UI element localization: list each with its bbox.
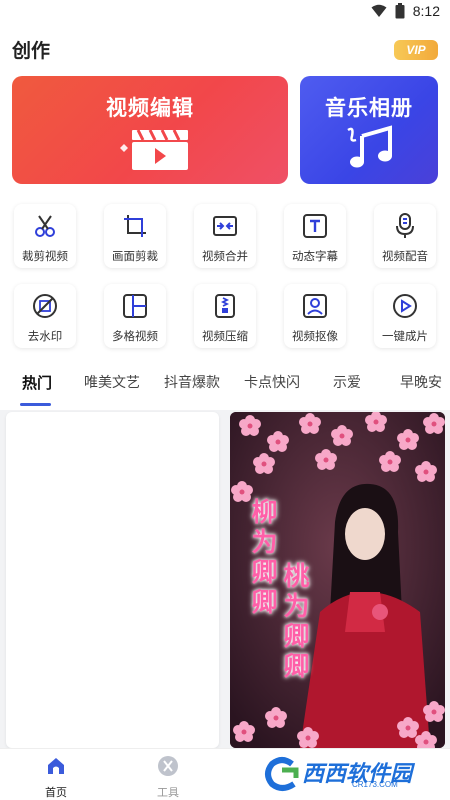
tool-one-click-video[interactable]: 一键成片 [374,284,436,348]
tool-label: 去水印 [27,329,63,343]
microphone-icon [396,213,414,238]
music-album-label: 音乐相册 [325,96,413,120]
nav-label: 首页 [45,786,67,799]
tool-label: 多格视频 [112,329,158,343]
tool-portrait-cutout[interactable]: 视频抠像 [284,284,346,348]
tab-hot[interactable]: 热门 [22,372,52,393]
tool-label: 裁剪视频 [22,249,68,263]
category-tabs: 热门 唯美文艺 抖音爆款 卡点快闪 示爱 早晚安 [0,370,450,410]
tool-crop-frame[interactable]: 画面剪裁 [104,204,166,268]
status-bar: 8:12 [0,0,450,24]
grid-layout-icon [123,294,147,318]
nav-tools[interactable]: 工具 [138,755,198,800]
wifi-icon [371,4,387,17]
tab-douyin-hits[interactable]: 抖音爆款 [164,372,220,392]
status-time: 8:12 [412,3,440,19]
tool-label: 视频压缩 [202,329,248,343]
tool-compress-video[interactable]: 视频压缩 [194,284,256,348]
page-title: 创作 [12,40,51,62]
tool-trim-video[interactable]: 裁剪视频 [14,204,76,268]
tool-label: 一键成片 [382,329,428,343]
tool-label: 视频配音 [382,249,428,263]
overlay-text-line2: 桃为卿卿 [279,562,309,682]
scissors-icon [35,215,55,237]
tool-dynamic-subtitle[interactable]: 动态字幕 [284,204,346,268]
active-tab-indicator [20,403,51,406]
merge-icon [213,216,237,236]
watermark-logo-icon [265,757,299,791]
template-feed: 柳为卿卿 桃为卿卿 [0,410,450,748]
tool-video-dubbing[interactable]: 视频配音 [374,204,436,268]
watermark-sub: CR173.COM [352,780,398,789]
tool-label: 动态字幕 [292,249,338,263]
compress-icon [215,294,235,318]
tool-merge-video[interactable]: 视频合并 [194,204,256,268]
site-watermark: 西西软件园 CR173.COM [262,754,442,794]
clapperboard-play-icon [120,129,188,170]
music-album-card[interactable]: 音乐相册 [300,76,438,184]
play-circle-icon [393,294,417,318]
tool-label: 画面剪裁 [112,249,158,263]
text-t-icon [303,214,327,238]
crop-icon [124,215,146,237]
tool-label: 视频抠像 [292,329,338,343]
template-card-loading[interactable] [6,412,219,748]
vip-badge[interactable]: VIP [394,40,438,60]
status-icons: 8:12 [371,3,440,19]
header: 创作 VIP [12,36,438,64]
home-icon [48,758,64,774]
tab-greetings[interactable]: 早晚安 [400,372,442,392]
bottom-nav: 首页 工具 西西软件园 CR173.COM [0,748,450,800]
portrait-cutout-icon [303,294,327,318]
battery-icon [395,3,405,19]
video-edit-label: 视频编辑 [106,96,194,120]
tab-love[interactable]: 示爱 [333,372,361,392]
nav-label: 工具 [157,786,179,799]
watermark-remove-icon [33,294,57,318]
tool-multi-grid[interactable]: 多格视频 [104,284,166,348]
video-edit-card[interactable]: 视频编辑 [12,76,288,184]
tools-icon [158,756,178,776]
tool-remove-watermark[interactable]: 去水印 [14,284,76,348]
music-note-icon [347,125,392,168]
tab-beat-flash[interactable]: 卡点快闪 [244,372,300,392]
tab-aesthetic[interactable]: 唯美文艺 [84,372,140,392]
nav-home[interactable]: 首页 [26,755,86,800]
template-card-blossom[interactable]: 柳为卿卿 桃为卿卿 [230,412,445,748]
tool-label: 视频合并 [202,249,248,263]
